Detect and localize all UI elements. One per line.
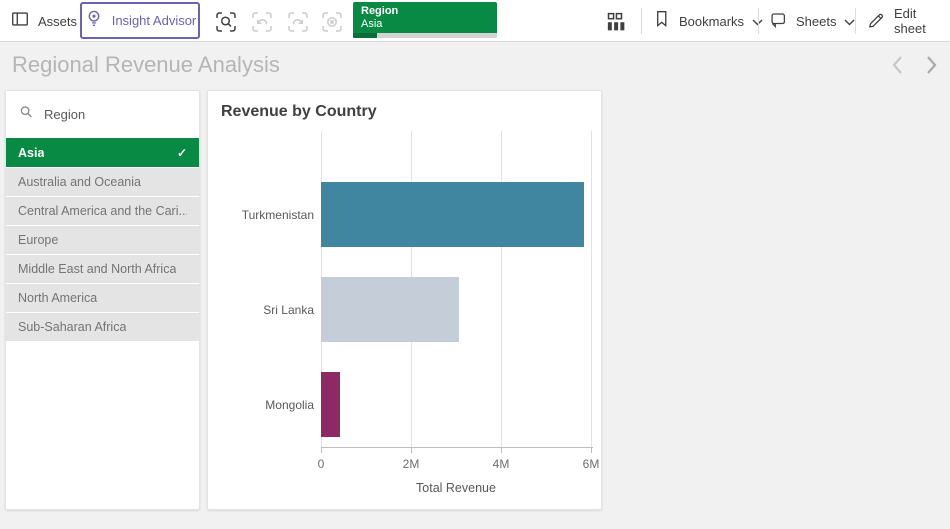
filter-item-label: Asia bbox=[18, 146, 44, 160]
selection-field-value: Asia bbox=[361, 18, 489, 30]
sheet-title: Regional Revenue Analysis bbox=[12, 52, 280, 78]
clear-selections-button[interactable] bbox=[318, 8, 345, 35]
edit-sheet-button[interactable]: Edit sheet bbox=[866, 0, 950, 42]
pencil-icon bbox=[866, 9, 886, 34]
x-axis-title: Total Revenue bbox=[321, 481, 591, 495]
search-icon bbox=[18, 104, 34, 125]
filter-list: Asia ✓ Australia and Oceania Central Americ… bbox=[6, 138, 199, 341]
x-tick-label: 6M bbox=[583, 457, 600, 471]
filter-item-label: Sub-Saharan Africa bbox=[18, 320, 126, 334]
edit-sheet-label: Edit sheet bbox=[894, 6, 950, 36]
bookmarks-button[interactable]: Bookmarks bbox=[652, 0, 763, 42]
undo-icon bbox=[250, 10, 274, 34]
chart-revenue-by-country: Revenue by Country 02M4M6MTurkmenistanSr… bbox=[207, 90, 602, 510]
filter-item-europe[interactable]: Europe bbox=[6, 226, 199, 254]
filter-item-sub-saharan-africa[interactable]: Sub-Saharan Africa bbox=[6, 313, 199, 341]
filter-pane-region: Region Asia ✓ Australia and Oceania Central… bbox=[5, 90, 200, 510]
smart-search-button[interactable] bbox=[212, 8, 239, 35]
undo-button[interactable] bbox=[248, 8, 275, 35]
checkmark-icon: ✓ bbox=[177, 146, 187, 160]
gridline bbox=[501, 131, 502, 447]
clear-selections-icon bbox=[320, 10, 344, 34]
y-category-label: Sri Lanka bbox=[263, 303, 314, 317]
filter-item-label: Europe bbox=[18, 233, 58, 247]
filter-item-label: Central America and the Cari... bbox=[18, 204, 187, 218]
chevron-down-icon bbox=[844, 13, 855, 31]
gridline bbox=[591, 131, 592, 447]
bookmark-icon bbox=[652, 9, 671, 33]
toolbar-separator bbox=[855, 8, 856, 34]
y-category-label: Turkmenistan bbox=[242, 208, 314, 222]
sheets-icon bbox=[768, 9, 788, 34]
chevron-right-icon bbox=[925, 55, 938, 75]
selection-chip-body: Region Asia bbox=[353, 2, 497, 33]
bookmarks-label: Bookmarks bbox=[679, 14, 744, 29]
x-tick-label: 4M bbox=[493, 457, 510, 471]
filter-pane-header[interactable]: Region bbox=[6, 91, 199, 138]
bar-turkmenistan[interactable] bbox=[321, 182, 584, 247]
sheets-label: Sheets bbox=[796, 14, 836, 29]
sheets-button[interactable]: Sheets bbox=[768, 0, 855, 42]
bar-sri-lanka[interactable] bbox=[321, 277, 459, 342]
selection-progress-fill bbox=[353, 33, 377, 38]
assets-button[interactable]: Assets bbox=[10, 0, 77, 42]
assets-label: Assets bbox=[38, 14, 77, 29]
filter-item-asia[interactable]: Asia ✓ bbox=[6, 138, 199, 167]
filter-item-north-america[interactable]: North America bbox=[6, 284, 199, 312]
grid-icon bbox=[605, 11, 627, 33]
chart-plot-area: 0 2M 4M 6M Turkmenistan Sri Lanka Mongolia bbox=[208, 91, 601, 509]
x-tick-label: 2M bbox=[403, 457, 420, 471]
filter-item-label: North America bbox=[18, 291, 97, 305]
redo-button[interactable] bbox=[284, 8, 311, 35]
selection-field-name: Region bbox=[361, 5, 489, 18]
sheet-titlebar: Regional Revenue Analysis bbox=[0, 42, 950, 88]
filter-item-australia-and-oceania[interactable]: Australia and Oceania bbox=[6, 168, 199, 196]
filter-item-label: Australia and Oceania bbox=[18, 175, 141, 189]
x-tick-label: 0 bbox=[318, 457, 325, 471]
redo-icon bbox=[286, 10, 310, 34]
insight-advisor-button[interactable]: Insight Advisor bbox=[80, 2, 200, 39]
x-axis-line bbox=[321, 447, 593, 448]
filter-item-middle-east-and-north-africa[interactable]: Middle East and North Africa bbox=[6, 255, 199, 283]
smart-search-icon bbox=[214, 10, 238, 34]
toolbar-separator bbox=[758, 8, 759, 34]
filter-item-central-america-and-the-cari[interactable]: Central America and the Cari... bbox=[6, 197, 199, 225]
top-toolbar: Assets Insight Advisor bbox=[0, 0, 950, 42]
next-sheet-button[interactable] bbox=[918, 52, 944, 78]
selection-progress-bar bbox=[353, 33, 497, 38]
left-panel-icon bbox=[10, 9, 30, 34]
toolbar-separator bbox=[641, 8, 642, 34]
previous-sheet-button[interactable] bbox=[884, 52, 910, 78]
insight-advisor-label: Insight Advisor bbox=[112, 13, 197, 28]
y-category-label: Mongolia bbox=[265, 398, 314, 412]
app-window: Assets Insight Advisor bbox=[0, 0, 950, 529]
chevron-left-icon bbox=[891, 55, 904, 75]
filter-pane-title: Region bbox=[44, 107, 85, 122]
bar-mongolia[interactable] bbox=[321, 372, 340, 437]
filter-item-label: Middle East and North Africa bbox=[18, 262, 176, 276]
app-overview-button[interactable] bbox=[602, 8, 629, 35]
lightbulb-icon bbox=[84, 8, 104, 33]
selection-chip-region[interactable]: Region Asia bbox=[353, 2, 497, 38]
